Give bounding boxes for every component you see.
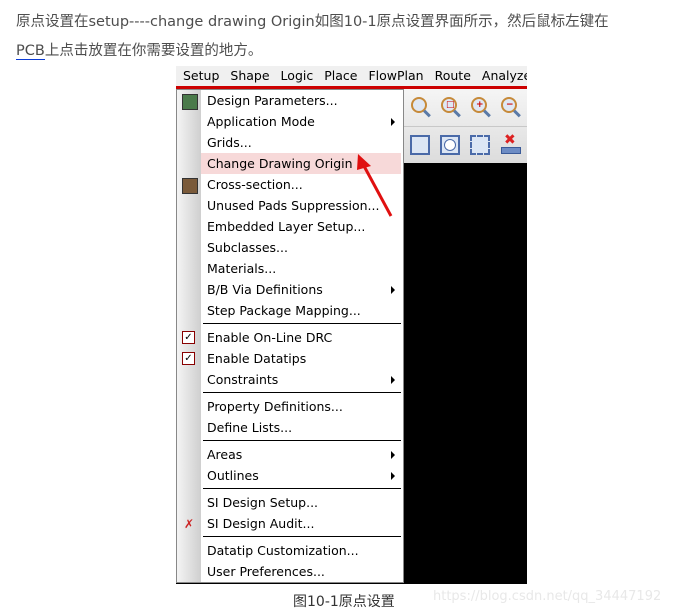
paragraph-line-2: PCB上点击放置在你需要设置的地方。	[16, 37, 676, 66]
paragraph-text: 上点击放置在你需要设置的地方。	[44, 43, 263, 59]
article-paragraph: 原点设置在setup----change drawing Origin如图10-…	[16, 8, 676, 66]
screenshot-figure: Setup Shape Logic Place FlowPlan Route A…	[176, 66, 527, 584]
pcb-link[interactable]: PCB	[16, 43, 45, 60]
watermark: https://blog.csdn.net/qq_34447192	[433, 589, 662, 604]
paragraph-line-1: 原点设置在setup----change drawing Origin如图10-…	[16, 14, 609, 30]
annotation-arrow-icon	[357, 154, 393, 217]
figure-caption: 图10-1原点设置	[293, 594, 395, 610]
